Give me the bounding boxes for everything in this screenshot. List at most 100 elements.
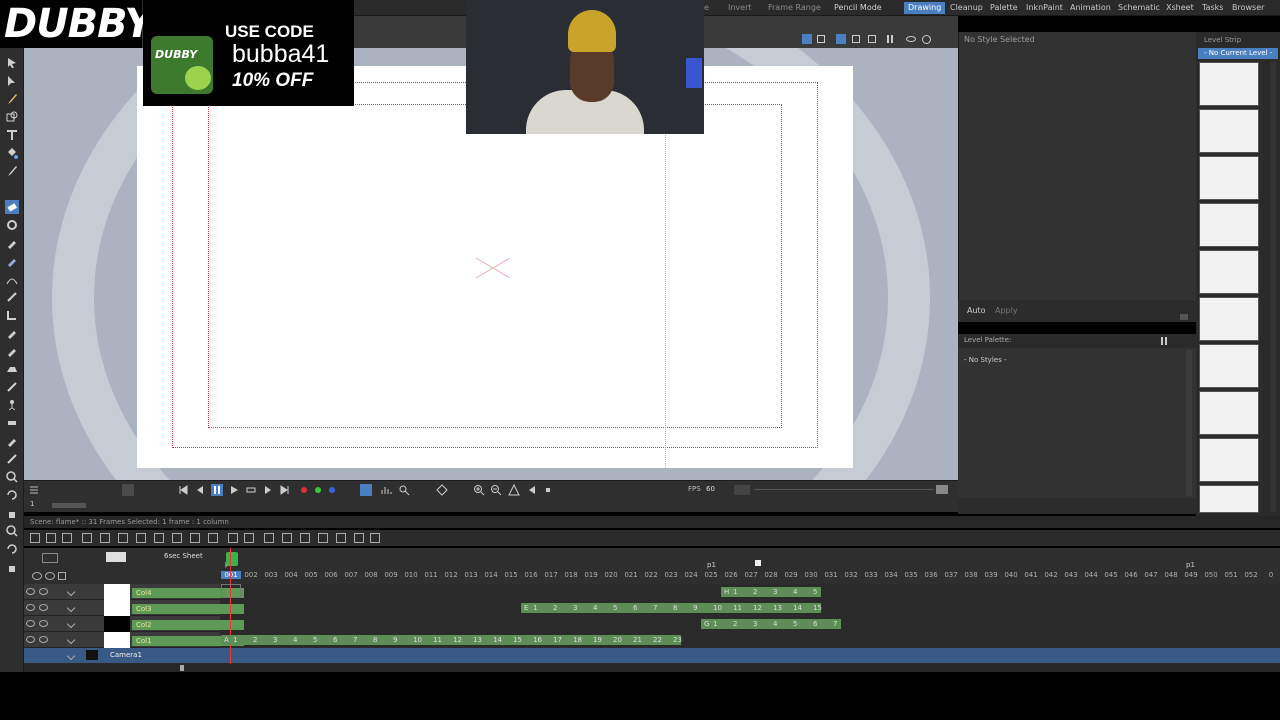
preview-range-marker-icon[interactable]: [755, 560, 761, 566]
freeze-palette-icon[interactable]: [1161, 337, 1167, 345]
frame-number[interactable]: 007: [341, 571, 361, 579]
frame-number[interactable]: 038: [961, 571, 981, 579]
pencil-mode-toggle[interactable]: Pencil Mode: [834, 2, 882, 14]
plastic-tool-icon[interactable]: [5, 452, 19, 466]
camera-column-name[interactable]: Camera1: [110, 651, 142, 659]
cell-block-col1[interactable]: A 1 2 3 4 5 6 7 8 9 10 11 12 13 14 15 16 17 18 19 20 21 22 23: [221, 635, 682, 645]
cell-frame-number[interactable]: 3: [773, 587, 777, 597]
pause-button[interactable]: [211, 484, 223, 496]
zoom-tool-icon-2[interactable]: [5, 524, 19, 538]
apply-button[interactable]: Apply: [990, 304, 1023, 318]
step-3-icon[interactable]: [282, 533, 292, 543]
keyframe-icon[interactable]: [436, 484, 448, 496]
preview-toggle-icon[interactable]: [26, 620, 35, 627]
step-4-icon[interactable]: [300, 533, 310, 543]
type-tool-icon[interactable]: [5, 128, 19, 142]
cell-frame-number[interactable]: 12: [753, 603, 762, 613]
freeze-icon[interactable]: [852, 35, 860, 43]
cell-frame-number[interactable]: 2: [753, 587, 757, 597]
frame-number[interactable]: 040: [1001, 571, 1021, 579]
shuffle-icon[interactable]: [370, 533, 380, 543]
frame-number[interactable]: 021: [621, 571, 641, 579]
camera-column-row[interactable]: Camera1: [24, 648, 1280, 663]
frame-number[interactable]: 028: [761, 571, 781, 579]
frame-number[interactable]: 042: [1041, 571, 1061, 579]
blue-channel-icon[interactable]: [326, 484, 338, 496]
cell-frame-number[interactable]: 7: [353, 635, 357, 645]
frame-number[interactable]: 031: [821, 571, 841, 579]
frame-number[interactable]: 045: [1101, 571, 1121, 579]
cell-frame-number[interactable]: 8: [373, 635, 377, 645]
sheet-mode-label[interactable]: 6sec Sheet: [164, 552, 203, 560]
stop-icon[interactable]: [542, 484, 554, 496]
level-strip-cell[interactable]: [1199, 485, 1259, 513]
frame-number[interactable]: 043: [1061, 571, 1081, 579]
camstand-toggle-icon[interactable]: [39, 636, 48, 643]
collapse-icon[interactable]: [118, 533, 128, 543]
cell-frame-number[interactable]: 21: [633, 635, 642, 645]
xsheet-horizontal-scrollbar[interactable]: [24, 664, 1280, 672]
cell-frame-number[interactable]: 9: [393, 635, 397, 645]
preview-toggle-icon[interactable]: [26, 604, 35, 611]
playhead-handle[interactable]: [226, 552, 238, 566]
cell-frame-number[interactable]: 3: [573, 603, 577, 613]
rotate-tool-icon[interactable]: [5, 488, 19, 502]
cell-frame-number[interactable]: 1: [233, 635, 237, 645]
room-tab-palette[interactable]: Palette: [986, 2, 1022, 14]
cell-frame-number[interactable]: 5: [313, 635, 317, 645]
open-subxsheet-icon[interactable]: [136, 533, 146, 543]
column-name[interactable]: Col2: [132, 620, 244, 630]
eraser-tool-icon[interactable]: [5, 200, 19, 214]
new-raster-level-icon[interactable]: [62, 533, 72, 543]
frame-number[interactable]: 027: [741, 571, 761, 579]
cell-frame-number[interactable]: 5: [813, 587, 817, 597]
fill-empty-cell-icon[interactable]: [208, 533, 218, 543]
cell-block-col4[interactable]: H1 2 3 4 5: [721, 587, 821, 597]
frame-number[interactable]: 010: [401, 571, 421, 579]
cutter-tool-icon[interactable]: [5, 380, 19, 394]
frame-number[interactable]: 001: [221, 571, 241, 579]
frame-number[interactable]: 018: [561, 571, 581, 579]
insert-frame-icon[interactable]: [228, 533, 238, 543]
cell-frame-number[interactable]: 16: [533, 635, 542, 645]
sound-icon[interactable]: [360, 484, 372, 496]
table-view-icon[interactable]: [817, 35, 825, 43]
camstand-toggle-icon[interactable]: [39, 604, 48, 611]
preview-toggle-icon[interactable]: [26, 636, 35, 643]
level-strip-cell[interactable]: [1199, 156, 1259, 200]
paint-brush-tool-icon[interactable]: [5, 164, 19, 178]
room-tab-xsheet[interactable]: Xsheet: [1162, 2, 1198, 14]
menu-icon[interactable]: [28, 484, 40, 496]
fill-tool-icon[interactable]: [5, 146, 19, 160]
style-picker-tool-icon[interactable]: [5, 236, 19, 250]
frame-number[interactable]: 036: [921, 571, 941, 579]
reset-view-icon[interactable]: [526, 484, 538, 496]
frame-number[interactable]: 015: [501, 571, 521, 579]
cell-frame-number[interactable]: 8: [673, 603, 677, 613]
column-header-col4[interactable]: Col4: [24, 584, 244, 600]
cell-frame-number[interactable]: 5: [613, 603, 617, 613]
room-tab-browser[interactable]: Browser: [1228, 2, 1268, 14]
fps-field[interactable]: 60: [706, 485, 715, 493]
frame-number[interactable]: 006: [321, 571, 341, 579]
histogram-icon[interactable]: [380, 484, 392, 496]
column-header-col3[interactable]: Col3: [24, 600, 244, 616]
room-tab-inknpaint[interactable]: InknPaint: [1022, 2, 1067, 14]
camera-view-icon[interactable]: [802, 34, 812, 44]
frame-number[interactable]: 037: [941, 571, 961, 579]
frame-number[interactable]: 016: [521, 571, 541, 579]
brush-tool-icon[interactable]: [5, 92, 19, 106]
remove-frame-icon[interactable]: [244, 533, 254, 543]
pinch-tool-icon[interactable]: [5, 290, 19, 304]
frame-number[interactable]: 023: [661, 571, 681, 579]
level-strip-cell[interactable]: [1199, 297, 1259, 341]
scrollbar-handle[interactable]: [180, 665, 184, 671]
cell-frame-number[interactable]: 4: [293, 635, 297, 645]
cell-frame-number[interactable]: 3: [273, 635, 277, 645]
selection-tool-icon[interactable]: [5, 74, 19, 88]
cell-frame-number[interactable]: 14: [793, 603, 802, 613]
frame-number[interactable]: 022: [641, 571, 661, 579]
invert-toggle[interactable]: Invert: [728, 2, 752, 14]
column-name[interactable]: Col3: [132, 604, 244, 614]
cell-frame-number[interactable]: 3: [753, 619, 757, 629]
